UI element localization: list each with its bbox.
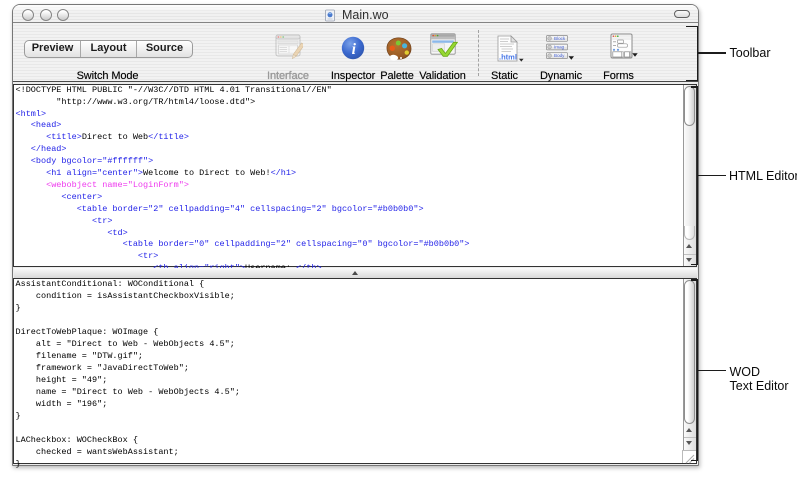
svg-text:Block: Block xyxy=(554,36,566,41)
svg-text:.html: .html xyxy=(499,52,517,61)
svg-text:i: i xyxy=(352,41,357,58)
svg-text:Imag: Imag xyxy=(554,44,565,49)
svg-text:Body: Body xyxy=(554,53,565,58)
